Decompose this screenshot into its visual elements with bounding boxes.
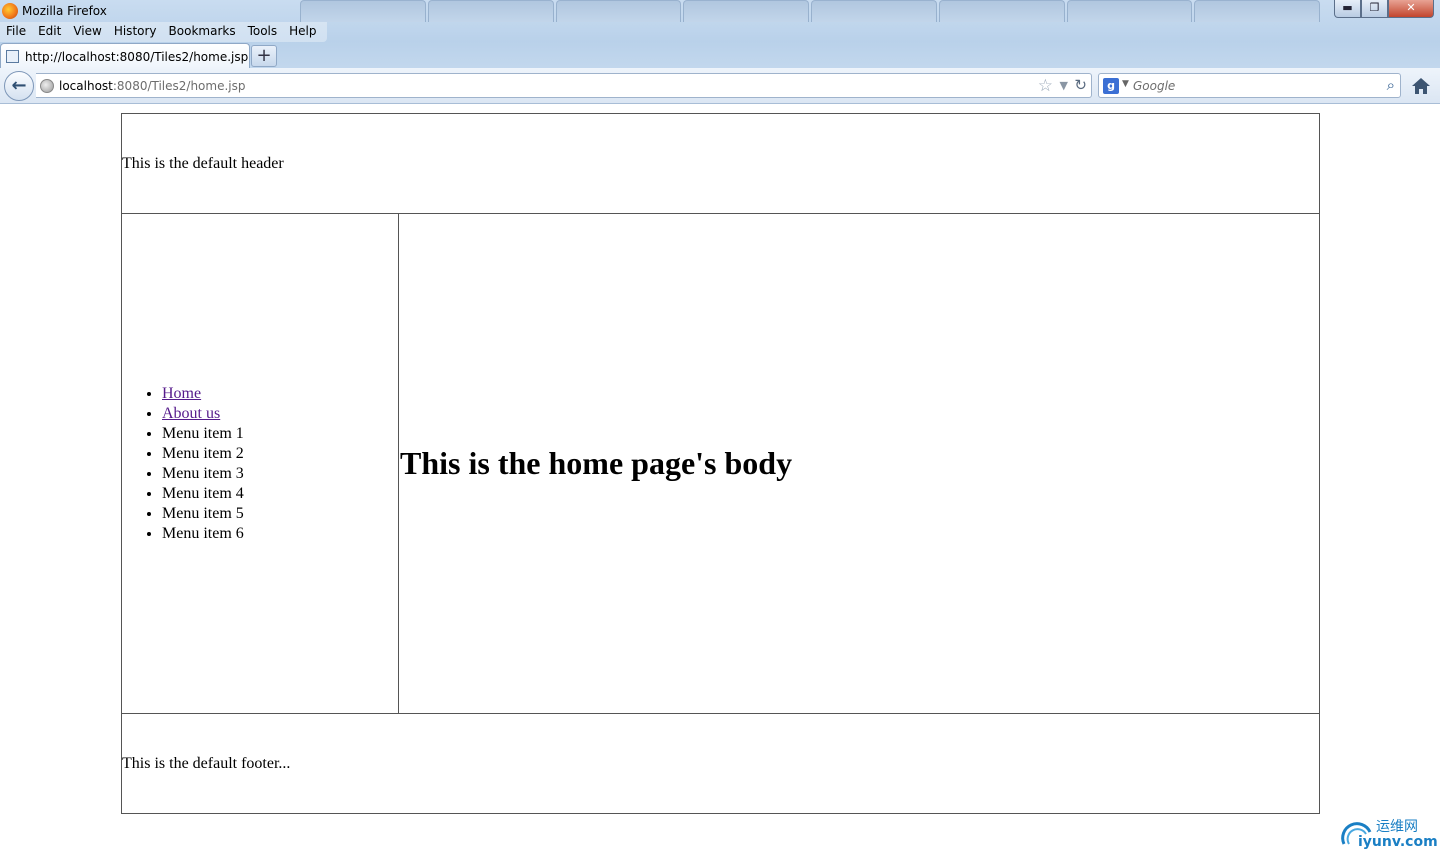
history-dropdown-icon[interactable]: ▼ [1060, 79, 1068, 92]
minimize-button[interactable]: ▬ [1334, 0, 1361, 18]
header-cell: This is the default header [121, 113, 1320, 214]
footer-row: This is the default footer... [121, 713, 1320, 814]
search-input[interactable] [1133, 77, 1373, 95]
navigation-bar: ← localhost:8080/Tiles2/home.jsp ☆ ▼ ↻ g… [0, 68, 1440, 104]
menu-history[interactable]: History [108, 22, 163, 42]
title-bar: Mozilla Firefox ▬ ❐ ✕ [0, 0, 1440, 22]
address-path: :8080/Tiles2/home.jsp [112, 79, 246, 93]
body-row: Home About us Menu item 1 Menu item 2 Me… [121, 213, 1320, 714]
menu-item-1: Menu item 1 [162, 424, 398, 444]
browser-chrome: Mozilla Firefox ▬ ❐ ✕ File Edit View His… [0, 0, 1440, 104]
background-tab[interactable] [683, 0, 809, 22]
menu-bookmarks[interactable]: Bookmarks [163, 22, 242, 42]
menu-item-3: Menu item 3 [162, 464, 398, 484]
tiles-layout-table: This is the default header Home About us… [121, 113, 1320, 814]
search-magnifier-icon[interactable]: ⌕ [1387, 76, 1395, 94]
menu-tools[interactable]: Tools [242, 22, 284, 42]
footer-cell: This is the default footer... [121, 713, 1320, 814]
footer-text: This is the default footer... [122, 754, 291, 772]
menu-bar: File Edit View History Bookmarks Tools H… [0, 22, 327, 42]
home-link[interactable]: Home [162, 385, 201, 402]
header-text: This is the default header [122, 154, 284, 172]
reload-icon[interactable]: ↻ [1074, 76, 1087, 94]
side-menu: Home About us Menu item 1 Menu item 2 Me… [122, 384, 398, 544]
menu-item-4: Menu item 4 [162, 484, 398, 504]
body-heading: This is the home page's body [400, 445, 793, 481]
firefox-logo-icon [2, 3, 18, 19]
address-text[interactable]: localhost:8080/Tiles2/home.jsp [59, 79, 245, 93]
menu-item-5: Menu item 5 [162, 504, 398, 524]
list-item: Home [162, 384, 398, 404]
menu-view[interactable]: View [67, 22, 107, 42]
list-item: About us [162, 404, 398, 424]
menu-edit[interactable]: Edit [32, 22, 67, 42]
background-tab[interactable] [1194, 0, 1320, 22]
background-tab[interactable] [1066, 0, 1193, 22]
background-tab[interactable] [938, 0, 1065, 22]
watermark-en-text: iyunv.com [1358, 834, 1438, 850]
tab-home-jsp[interactable]: http://localhost:8080/Tiles2/home.jsp [0, 43, 250, 69]
back-button[interactable]: ← [4, 71, 34, 101]
new-tab-button[interactable]: + [251, 45, 277, 67]
menu-file[interactable]: File [0, 22, 32, 42]
background-tab[interactable] [811, 0, 937, 22]
page-favicon-icon [6, 50, 19, 63]
site-watermark: 运维网 iyunv.com [1336, 812, 1438, 856]
window-title: Mozilla Firefox [22, 4, 107, 18]
address-bar[interactable]: localhost:8080/Tiles2/home.jsp ☆ ▼ ↻ [36, 73, 1092, 98]
tab-label: http://localhost:8080/Tiles2/home.jsp [25, 50, 249, 64]
globe-icon [40, 79, 54, 93]
window-controls: ▬ ❐ ✕ [1334, 0, 1434, 18]
background-tab[interactable] [300, 0, 426, 22]
address-host: localhost [59, 79, 113, 93]
close-button[interactable]: ✕ [1388, 0, 1434, 18]
google-engine-icon[interactable]: g [1103, 78, 1119, 94]
engine-dropdown-icon[interactable]: ▼ [1122, 79, 1129, 89]
home-icon[interactable] [1410, 75, 1432, 97]
background-tab[interactable] [427, 0, 554, 22]
background-tab[interactable] [555, 0, 682, 22]
header-row: This is the default header [121, 113, 1320, 214]
maximize-button[interactable]: ❐ [1361, 0, 1388, 18]
body-cell: This is the home page's body [398, 213, 1320, 714]
menu-item-2: Menu item 2 [162, 444, 398, 464]
tab-strip: http://localhost:8080/Tiles2/home.jsp + [0, 42, 1440, 69]
back-arrow-icon: ← [11, 75, 27, 96]
menu-cell: Home About us Menu item 1 Menu item 2 Me… [121, 213, 399, 714]
bookmark-star-icon[interactable]: ☆ [1038, 76, 1053, 96]
menu-item-6: Menu item 6 [162, 524, 398, 544]
watermark-cn-text: 运维网 [1376, 819, 1418, 835]
about-us-link[interactable]: About us [162, 405, 220, 422]
search-bar: g ▼ ⌕ [1098, 73, 1401, 98]
background-tabs [300, 0, 1320, 22]
menu-help[interactable]: Help [283, 22, 322, 42]
